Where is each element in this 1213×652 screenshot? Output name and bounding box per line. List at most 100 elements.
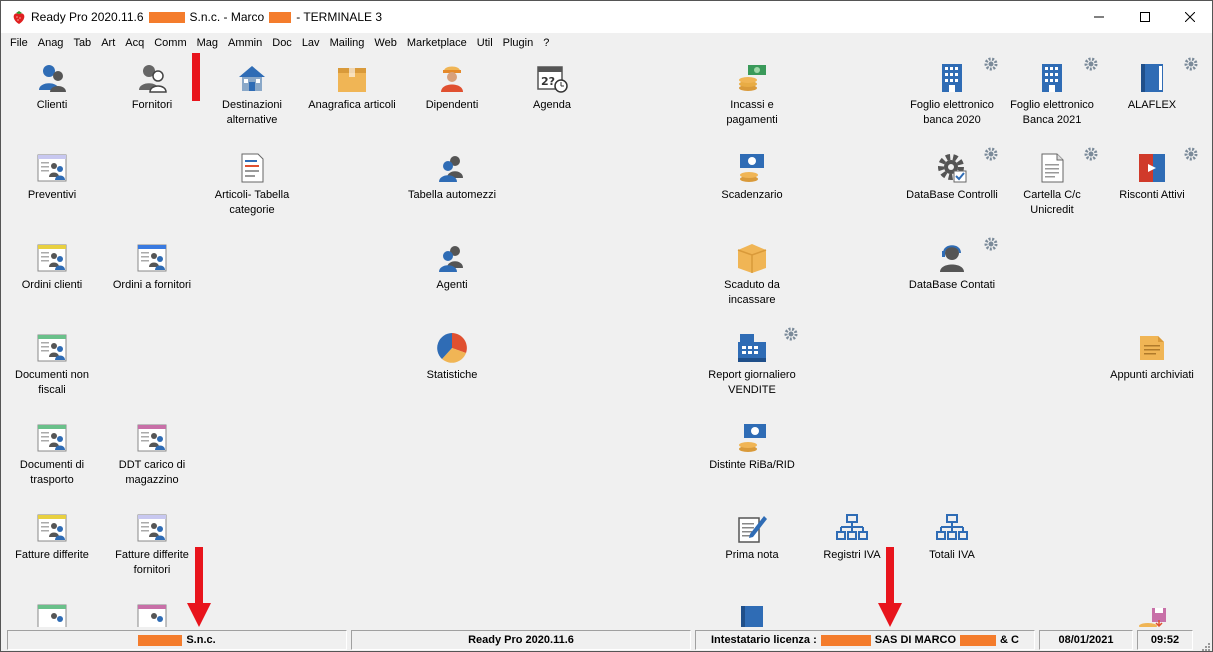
window-title: Ready Pro 2020.11.6 S.n.c. - Marco - TER… xyxy=(31,10,382,24)
menu-marketplace[interactable]: Marketplace xyxy=(402,33,472,53)
title-bar: Ready Pro 2020.11.6 S.n.c. - Marco - TER… xyxy=(1,1,1212,33)
tile-statistiche[interactable]: Statistiche xyxy=(402,323,502,403)
tile-distinte-riba[interactable]: Distinte RiBa/RID xyxy=(702,413,802,493)
tile-scadenzario[interactable]: Scadenzario xyxy=(702,143,802,223)
tile-agenda[interactable]: 2? Agenda xyxy=(502,53,602,133)
document-people-icon xyxy=(37,514,67,542)
building-icon xyxy=(1042,64,1062,92)
tile-label: Risconti Attivi xyxy=(1119,189,1185,201)
tile-foglio-2021[interactable]: Foglio elettronico Banca 2021 xyxy=(1002,53,1102,133)
tile-label: Prima nota xyxy=(725,549,779,561)
status-bar: S.n.c. Ready Pro 2020.11.6 Intestatario … xyxy=(1,627,1212,651)
menu-ammin[interactable]: Ammin xyxy=(223,33,267,53)
menu-file[interactable]: File xyxy=(5,33,33,53)
tile-database-contati[interactable]: DataBase Contati xyxy=(902,233,1002,313)
notes-icon xyxy=(1140,336,1164,360)
document-people-icon xyxy=(137,244,167,272)
house-icon xyxy=(239,66,265,91)
tile-report-giornaliero[interactable]: Report giornaliero VENDITE xyxy=(702,323,802,403)
tile-appunti-archiviati[interactable]: Appunti archiviati xyxy=(1102,323,1202,403)
menu-mag[interactable]: Mag xyxy=(192,33,223,53)
license-company: SAS DI MARCO xyxy=(874,634,957,646)
close-button[interactable] xyxy=(1167,1,1212,33)
people-icon xyxy=(439,156,463,182)
status-company-text: S.n.c. xyxy=(186,634,216,646)
tile-database-controlli[interactable]: DataBase Controlli xyxy=(902,143,1002,223)
tile-tabella-automezzi[interactable]: Tabella automezzi xyxy=(402,143,502,223)
minimize-button[interactable] xyxy=(1076,1,1122,33)
menu-art[interactable]: Art xyxy=(96,33,120,53)
tile-label: DDT carico di magazzino xyxy=(118,459,186,486)
document-people-icon xyxy=(37,244,67,272)
org-chart-icon xyxy=(836,514,868,540)
tile-prima-nota[interactable]: Prima nota xyxy=(702,503,802,583)
tile-preventivi[interactable]: Preventivi xyxy=(2,143,102,223)
exit-door-icon xyxy=(1139,154,1165,182)
document-people-icon xyxy=(137,514,167,542)
menu-plugin[interactable]: Plugin xyxy=(498,33,539,53)
red-arrow-down-icon xyxy=(187,547,211,627)
tile-ordini-clienti[interactable]: Ordini clienti xyxy=(2,233,102,313)
tile-ddt-carico[interactable]: DDT carico di magazzino xyxy=(102,413,202,493)
menu-doc[interactable]: Doc xyxy=(267,33,297,53)
tile-label: Dipendenti xyxy=(425,99,479,111)
resize-grip-icon[interactable] xyxy=(1200,641,1210,651)
redaction xyxy=(820,634,871,646)
menu-anag[interactable]: Anag xyxy=(33,33,69,53)
menu-bar: File Anag Tab Art Acq Comm Mag Ammin Doc… xyxy=(1,33,1212,53)
menu-acq[interactable]: Acq xyxy=(120,33,149,53)
menu-util[interactable]: Util xyxy=(472,33,498,53)
database-save-icon xyxy=(1139,608,1166,627)
document-icon xyxy=(1041,153,1064,183)
redaction xyxy=(138,634,183,646)
tile-documenti-trasporto[interactable]: Documenti di trasporto xyxy=(2,413,102,493)
tile-partial-4[interactable] xyxy=(1102,593,1202,627)
status-date: 08/01/2021 xyxy=(1039,630,1133,650)
status-version-text: Ready Pro 2020.11.6 xyxy=(468,634,574,646)
gear-icon xyxy=(1184,147,1198,161)
menu-lav[interactable]: Lav xyxy=(297,33,325,53)
tile-dipendenti[interactable]: Dipendenti xyxy=(402,53,502,133)
license-label: Intestatario licenza : xyxy=(711,634,817,646)
tile-alaflex[interactable]: ALAFLEX xyxy=(1102,53,1202,133)
tile-label: Appunti archiviati xyxy=(1110,369,1194,381)
tile-totali-iva[interactable]: Totali IVA xyxy=(902,503,1002,583)
menu-comm[interactable]: Comm xyxy=(149,33,191,53)
redaction xyxy=(960,634,997,646)
tile-articoli-tabella[interactable]: Articoli- Tabella categorie xyxy=(202,143,302,223)
calendar-icon: 2? xyxy=(537,66,568,93)
tile-agenti[interactable]: Agenti xyxy=(402,233,502,313)
tile-label: Distinte RiBa/RID xyxy=(709,459,795,471)
title-company: S.n.c. - Marco xyxy=(189,10,265,24)
tile-partial-3[interactable] xyxy=(702,593,802,627)
tile-foglio-2020[interactable]: Foglio elettronico banca 2020 xyxy=(902,53,1002,133)
gear-icon xyxy=(984,147,998,161)
tile-cartella-unicredit[interactable]: Cartella C/c Unicredit xyxy=(1002,143,1102,223)
tile-scaduto[interactable]: Scaduto da incassare xyxy=(702,233,802,313)
cash-register-icon xyxy=(738,334,766,362)
tile-anagrafica-articoli[interactable]: Anagrafica articoli xyxy=(302,53,402,133)
menu-help[interactable]: ? xyxy=(538,33,554,53)
tile-ordini-fornitori[interactable]: Ordini a fornitori xyxy=(102,233,202,313)
tile-destinazioni[interactable]: Destinazioni alternative xyxy=(202,53,302,133)
maximize-button[interactable] xyxy=(1122,1,1168,33)
gear-icon xyxy=(984,237,998,251)
gear-icon xyxy=(1084,147,1098,161)
minimize-icon xyxy=(1094,16,1104,18)
tile-documenti-non-fiscali[interactable]: Documenti non fiscali xyxy=(2,323,102,403)
tile-risconti-attivi[interactable]: Risconti Attivi xyxy=(1102,143,1202,223)
tile-fatture-differite[interactable]: Fatture differite xyxy=(2,503,102,583)
money-clock-icon xyxy=(740,154,764,182)
tile-incassi[interactable]: Incassi e pagamenti xyxy=(702,53,802,133)
menu-web[interactable]: Web xyxy=(369,33,401,53)
menu-tab[interactable]: Tab xyxy=(68,33,96,53)
money-coins-icon xyxy=(739,424,766,452)
gear-icon xyxy=(784,327,798,341)
tile-partial-1[interactable] xyxy=(2,593,102,627)
tile-label: Articoli- Tabella categorie xyxy=(214,189,290,216)
tile-label: DataBase Controlli xyxy=(906,189,998,201)
menu-mailing[interactable]: Mailing xyxy=(325,33,370,53)
tile-label: Agenti xyxy=(436,279,468,291)
tile-clienti[interactable]: Clienti xyxy=(2,53,102,133)
org-chart-icon xyxy=(936,514,968,540)
